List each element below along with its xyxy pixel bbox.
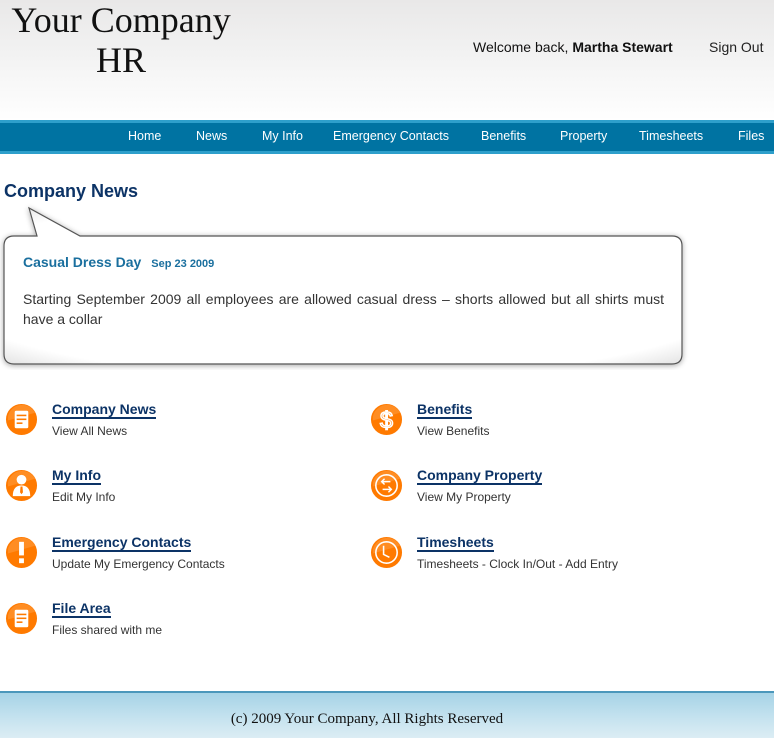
welcome-prefix: Welcome back, — [473, 39, 573, 55]
page-header: Your Company HR Welcome back, Martha Ste… — [0, 0, 774, 120]
quick-link-title[interactable]: My Info — [52, 467, 101, 485]
news-body: Starting September 2009 all employees ar… — [23, 291, 664, 327]
quick-link-subtitle: Timesheets - Clock In/Out - Add Entry — [417, 557, 618, 571]
document-icon — [5, 403, 38, 436]
quick-link-subtitle: Update My Emergency Contacts — [52, 557, 225, 571]
exclamation-icon — [5, 536, 38, 569]
quick-link-company-property[interactable]: Company Property View My Property — [370, 467, 700, 517]
document-icon — [5, 602, 38, 635]
quick-link-title[interactable]: File Area — [52, 600, 111, 618]
quick-link-subtitle: View All News — [52, 424, 128, 438]
news-item: Casual Dress Day Sep 23 2009 Starting Sep… — [4, 236, 683, 364]
dollar-icon: $ — [370, 403, 403, 436]
nav-benefits[interactable]: Benefits — [481, 129, 526, 143]
company-logo: Your Company HR — [6, 0, 236, 80]
news-date: Sep 23 2009 — [151, 258, 215, 270]
welcome-message: Welcome back, Martha Stewart — [473, 39, 673, 55]
quick-link-my-info[interactable]: My Info Edit My Info — [5, 467, 335, 517]
nav-timesheets[interactable]: Timesheets — [639, 129, 703, 143]
logo-line-1: Your Company — [11, 0, 231, 40]
quick-link-title[interactable]: Company Property — [417, 467, 543, 485]
quick-link-title[interactable]: Timesheets — [417, 534, 494, 552]
nav-my-info[interactable]: My Info — [262, 129, 303, 143]
quick-link-title[interactable]: Emergency Contacts — [52, 534, 192, 552]
svg-text:$: $ — [380, 407, 393, 433]
quick-link-emergency-contacts[interactable]: Emergency Contacts Update My Emergency C… — [5, 534, 335, 584]
quick-link-subtitle: Edit My Info — [52, 490, 116, 504]
clock-icon — [370, 536, 403, 569]
nav-property[interactable]: Property — [560, 129, 607, 143]
quick-link-title[interactable]: Benefits — [417, 401, 473, 419]
quick-link-file-area[interactable]: File Area Files shared with me — [5, 600, 335, 650]
quick-link-company-news[interactable]: Company News View All News — [5, 401, 335, 451]
sign-out-link[interactable]: Sign Out — [709, 39, 763, 55]
company-news-heading: Company News — [4, 181, 139, 201]
nav-files[interactable]: Files — [738, 129, 764, 143]
nav-home[interactable]: Home — [128, 129, 161, 143]
copyright-text: (c) 2009 Your Company, All Rights Reserv… — [230, 711, 504, 727]
quick-link-timesheets[interactable]: Timesheets Timesheets - Clock In/Out - A… — [370, 534, 700, 584]
user-name: Martha Stewart — [572, 39, 673, 55]
quick-link-subtitle: View Benefits — [417, 424, 490, 438]
page-footer: (c) 2009 Your Company, All Rights Reserv… — [0, 691, 774, 738]
logo-line-2: HR — [95, 40, 146, 80]
quick-link-benefits[interactable]: $ Benefits View Benefits — [370, 401, 700, 451]
quick-link-subtitle: Files shared with me — [52, 623, 163, 637]
nav-news[interactable]: News — [196, 129, 227, 143]
quick-link-title[interactable]: Company News — [52, 401, 157, 419]
nav-emergency-contacts[interactable]: Emergency Contacts — [333, 129, 449, 143]
exchange-arrows-icon — [370, 469, 403, 502]
quick-link-subtitle: View My Property — [417, 490, 511, 504]
main-nav: Home News My Info Emergency Contacts Ben… — [0, 120, 774, 154]
news-headline[interactable]: Casual Dress Day — [23, 254, 141, 270]
person-icon — [5, 469, 38, 502]
